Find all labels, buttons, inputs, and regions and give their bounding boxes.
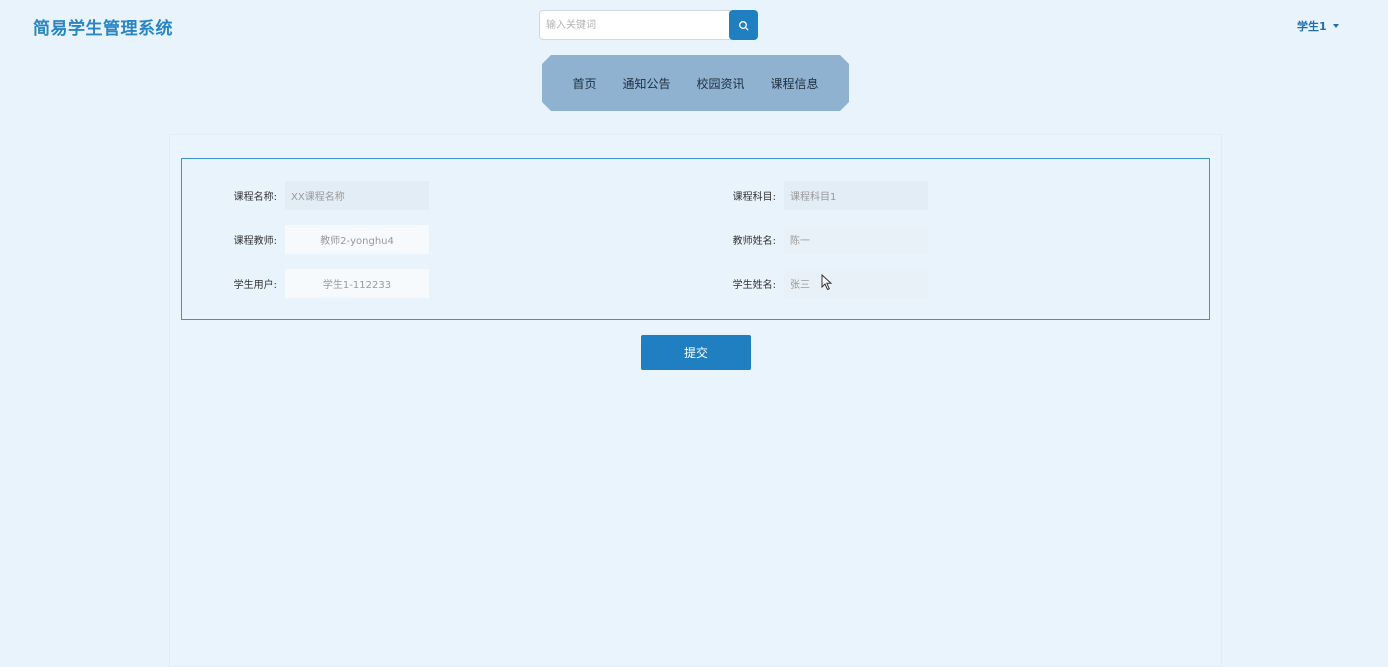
student-user-select[interactable] [285, 269, 429, 298]
student-name-label: 学生姓名: [732, 280, 776, 291]
nav-item-notices[interactable]: 通知公告 [622, 75, 670, 92]
nav-item-course-info[interactable]: 课程信息 [771, 75, 819, 92]
field-course-subject: 课程科目: [726, 181, 928, 210]
course-teacher-label: 课程教师: [233, 236, 277, 247]
field-teacher-name: 教师姓名: [726, 225, 928, 254]
app-title: 简易学生管理系统 [33, 19, 173, 39]
search-bar [539, 10, 759, 40]
teacher-name-label: 教师姓名: [732, 236, 776, 247]
nav-item-home[interactable]: 首页 [572, 75, 596, 92]
field-student-user: 学生用户: [227, 269, 429, 298]
submit-button[interactable]: 提交 [641, 335, 751, 370]
main-nav: 首页 通知公告 校园资讯 课程信息 [542, 55, 849, 111]
field-course-teacher: 课程教师: [227, 225, 429, 254]
search-input[interactable] [539, 10, 731, 40]
student-name-input[interactable] [784, 269, 928, 298]
caret-down-icon [1332, 24, 1339, 28]
course-subject-label: 课程科目: [732, 192, 776, 203]
course-name-input[interactable] [285, 181, 429, 210]
course-teacher-select[interactable] [285, 225, 429, 254]
course-name-label: 课程名称: [233, 192, 277, 203]
search-button[interactable] [729, 10, 758, 40]
user-menu-label: 学生1 [1297, 20, 1327, 33]
top-header: 简易学生管理系统 学生1 [0, 0, 1388, 52]
field-course-name: 课程名称: [227, 181, 429, 210]
course-form: 课程名称: 课程科目: 课程教师: 教师姓名: 学生用户: 学生姓名: [181, 158, 1210, 320]
mouse-pointer-icon [821, 274, 833, 291]
user-menu[interactable]: 学生1 [1297, 18, 1339, 34]
search-icon [739, 20, 749, 30]
teacher-name-input[interactable] [784, 225, 928, 254]
nav-item-campus-news[interactable]: 校园资讯 [697, 75, 745, 92]
student-user-label: 学生用户: [233, 280, 277, 291]
course-subject-input[interactable] [784, 181, 928, 210]
